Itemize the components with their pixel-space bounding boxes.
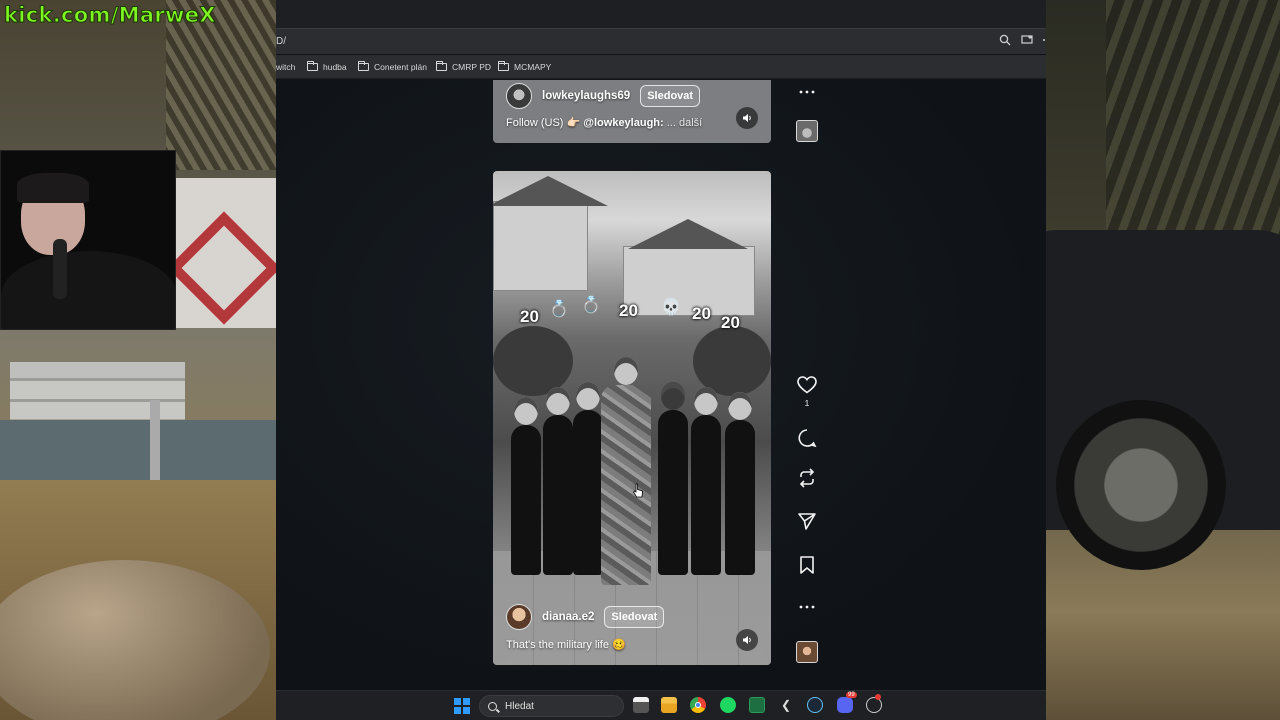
- bookmark-label: witch: [276, 61, 296, 72]
- more-options-icon[interactable]: [795, 595, 819, 619]
- post-actions: 1: [791, 373, 823, 408]
- mention-link[interactable]: @lowkeylaugh:: [583, 117, 663, 129]
- app-icon[interactable]: [866, 694, 882, 713]
- browser-window: D/ witch hudba Conetent plán CMRP PD MCMAPY: [276, 0, 1046, 690]
- avatar[interactable]: [506, 604, 532, 630]
- post-author: lowkeylaughs69 Sledovat: [506, 83, 701, 109]
- post-author: dianaa.e2 Sledovat: [506, 604, 665, 630]
- bookmark-label: Conetent plán: [374, 61, 427, 72]
- task-view-icon[interactable]: [633, 697, 649, 713]
- follow-button[interactable]: Sledovat: [604, 606, 665, 628]
- excel-icon[interactable]: [749, 697, 765, 713]
- address-text[interactable]: D/: [276, 36, 286, 47]
- microphone-icon: [53, 239, 67, 299]
- address-bar[interactable]: D/: [276, 28, 1046, 54]
- tab-strip: [276, 0, 1046, 28]
- bookmark-label: MCMAPY: [514, 61, 552, 72]
- stream-background-right: [1046, 0, 1280, 720]
- search-icon: [488, 701, 497, 711]
- overlay-label: 20: [692, 304, 711, 323]
- discord-icon[interactable]: 99: [837, 692, 857, 713]
- ring-emoji: 💍: [581, 297, 601, 314]
- spotify-icon[interactable]: [720, 697, 736, 713]
- taskbar: Hledat ❮ 99: [276, 690, 1046, 720]
- person: [543, 387, 573, 575]
- cursor-icon: [632, 483, 643, 498]
- thumbnail-icon[interactable]: [796, 120, 818, 142]
- notification-badge: 99: [846, 692, 857, 698]
- sound-icon[interactable]: [736, 107, 758, 129]
- overlay-label: 20: [520, 307, 539, 326]
- bookmark-item[interactable]: witch: [276, 62, 295, 72]
- bookmark-item[interactable]: CMRP PD: [436, 60, 492, 72]
- comment-icon[interactable]: [795, 426, 819, 450]
- folder-icon: [436, 60, 447, 71]
- bookmark-icon[interactable]: [795, 553, 819, 577]
- car-wheel: [1056, 400, 1226, 570]
- username[interactable]: lowkeylaughs69: [542, 90, 630, 102]
- heart-icon[interactable]: [795, 373, 819, 397]
- bookmark-item[interactable]: Conetent plán: [358, 60, 427, 72]
- search-placeholder: Hledat: [505, 700, 534, 712]
- more-options-icon[interactable]: [795, 80, 819, 104]
- folder-icon: [498, 60, 509, 71]
- person: [658, 382, 688, 575]
- post-card[interactable]: lowkeylaughs69 Sledovat Follow (US) 👉🏻 @…: [493, 80, 771, 143]
- post-caption: Follow (US) 👉🏻 @lowkeylaugh: ... další: [506, 117, 703, 129]
- person: [573, 382, 603, 575]
- follow-button[interactable]: Sledovat: [640, 85, 701, 107]
- person: [725, 392, 755, 575]
- post-caption: That's the military life 🥴: [506, 639, 626, 651]
- more-link[interactable]: ... další: [664, 117, 702, 129]
- thumbnail-icon[interactable]: [796, 641, 818, 663]
- person: [691, 387, 721, 575]
- threads-feed[interactable]: lowkeylaughs69 Sledovat Follow (US) 👉🏻 @…: [276, 80, 1046, 690]
- taskbar-search[interactable]: Hledat: [479, 695, 624, 717]
- stream-background-left: [0, 0, 276, 720]
- house: [623, 246, 755, 316]
- file-explorer-icon[interactable]: [661, 697, 677, 713]
- overlay-label: 20: [619, 301, 638, 320]
- ring-emoji: 💍: [549, 301, 569, 318]
- epic-games-icon[interactable]: ❮: [778, 697, 794, 713]
- cast-icon[interactable]: [1020, 34, 1034, 48]
- zoom-icon[interactable]: [998, 34, 1012, 48]
- house: [493, 201, 588, 291]
- folder-icon: [307, 60, 318, 71]
- webcam-overlay: [0, 150, 176, 330]
- chrome-icon[interactable]: [690, 697, 706, 713]
- username[interactable]: dianaa.e2: [542, 611, 594, 623]
- repost-icon[interactable]: [795, 466, 819, 490]
- bookmark-item[interactable]: MCMAPY: [498, 60, 552, 72]
- steam-icon[interactable]: [807, 697, 823, 713]
- roadside-sign: [170, 178, 276, 328]
- screen: kick.com/MarweX D/ witch hudba Conetent pl…: [0, 0, 1280, 720]
- overlay-label: 20: [721, 313, 740, 332]
- bookmark-item[interactable]: hudba: [307, 60, 347, 72]
- bookmark-label: hudba: [323, 61, 347, 72]
- stream-url-overlay: kick.com/MarweX: [4, 3, 216, 28]
- bookmark-label: CMRP PD: [452, 61, 492, 72]
- like-count: 1: [804, 398, 810, 408]
- menu-icon[interactable]: [1042, 34, 1046, 48]
- skull-emoji: 💀: [661, 299, 681, 316]
- share-icon[interactable]: [795, 509, 819, 533]
- person: [511, 397, 541, 575]
- folder-icon: [358, 60, 369, 71]
- windows-start-icon[interactable]: [454, 698, 470, 714]
- post-actions: [791, 80, 823, 104]
- avatar[interactable]: [506, 83, 532, 109]
- bookmarks-bar: witch hudba Conetent plán CMRP PD MCMAPY: [276, 55, 1046, 79]
- post-card[interactable]: 20 💍 💍 20 💀 20 20 dianaa.e2 Sledovat Tha…: [493, 171, 771, 665]
- sound-icon[interactable]: [736, 629, 758, 651]
